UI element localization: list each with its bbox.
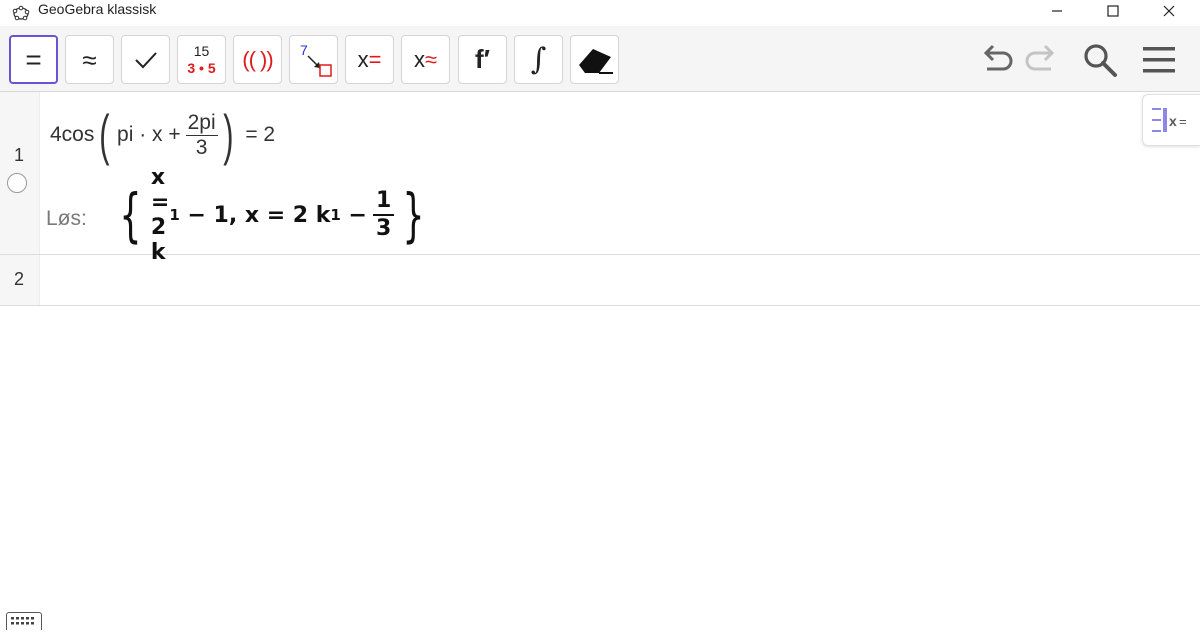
- undo-icon: [983, 44, 1013, 71]
- approx-icon: ≈: [82, 44, 97, 75]
- minimize-icon: [1052, 10, 1062, 12]
- keep-input-tool-button[interactable]: [121, 35, 170, 84]
- check-icon: [134, 51, 157, 68]
- window-title: GeoGebra klassisk: [38, 1, 157, 17]
- close-button[interactable]: [1146, 0, 1192, 22]
- factor-icon-bottom: 3 • 5: [187, 59, 216, 76]
- undo-button[interactable]: [974, 38, 1018, 82]
- solution-fraction-numerator: 1: [372, 188, 395, 216]
- integral-tool-button[interactable]: ∫: [514, 35, 563, 84]
- svg-text:x: x: [1169, 113, 1177, 129]
- title-bar: GeoGebra klassisk: [0, 0, 1200, 26]
- equals-icon: =: [25, 43, 42, 75]
- virtual-keyboard-button[interactable]: [6, 612, 42, 630]
- geogebra-logo-icon: [12, 4, 30, 22]
- substitute-icon: 7: [300, 42, 332, 77]
- solve-tool-button[interactable]: x =: [345, 35, 394, 84]
- maximize-button[interactable]: [1090, 0, 1136, 22]
- main-menu-button[interactable]: [1137, 38, 1181, 82]
- brace-right: }: [402, 181, 425, 249]
- cas-toolbar: = ≈ 15 3 • 5 (( )) 7 x = x ≈ f′ ∫: [0, 26, 1200, 92]
- row-number: 2: [14, 269, 25, 289]
- search-button[interactable]: [1078, 38, 1122, 82]
- svg-text:=: =: [1179, 114, 1187, 129]
- minimize-button[interactable]: [1034, 0, 1080, 22]
- solve-numeric-icon-x: x: [413, 46, 425, 72]
- solve-icon-op: =: [368, 46, 382, 72]
- keyboard-icon: [11, 617, 34, 625]
- factor-tool-button[interactable]: 15 3 • 5: [177, 35, 226, 84]
- eraser-icon: [578, 48, 613, 74]
- derivative-tool-button[interactable]: f′: [458, 35, 507, 84]
- algebra-description-icon: x =: [1151, 108, 1187, 132]
- numeric-tool-button[interactable]: ≈: [65, 35, 114, 84]
- expand-icon: (( )): [242, 46, 273, 72]
- solve-icon-x: x: [357, 46, 369, 72]
- visibility-toggle[interactable]: [7, 173, 27, 193]
- factor-icon-top: 15: [193, 42, 210, 59]
- algebra-input-toggle-button[interactable]: x =: [1142, 94, 1200, 146]
- paren-right: ): [222, 103, 234, 166]
- redo-button[interactable]: [1020, 38, 1064, 82]
- brace-left: {: [119, 181, 142, 249]
- solve-label: Løs:: [46, 207, 87, 230]
- paren-left: (: [99, 103, 110, 166]
- subscript-2: 1: [330, 206, 341, 224]
- formula-fraction: 2pi 3: [185, 110, 218, 160]
- integral-icon: ∫: [530, 42, 547, 77]
- solve-numerically-tool-button[interactable]: x ≈: [401, 35, 450, 84]
- subscript-1: 1: [169, 206, 180, 224]
- cas-view: 1 4cos ( pi · x + 2pi 3 ) = 2 Løs: { x =…: [0, 92, 1200, 630]
- maximize-icon: [1107, 5, 1119, 17]
- close-icon: [1163, 5, 1175, 17]
- derivative-icon: f′: [475, 44, 490, 74]
- solution-fraction-denominator: 3: [375, 216, 392, 241]
- cas-row-2[interactable]: 2: [0, 255, 1200, 306]
- formula-coef: 4cos: [50, 123, 95, 146]
- evaluate-tool-button[interactable]: =: [9, 35, 58, 84]
- formula-inner: pi · x +: [117, 123, 181, 146]
- redo-icon: [1025, 44, 1055, 71]
- svg-text:7: 7: [300, 42, 308, 58]
- menu-icon: [1143, 47, 1175, 73]
- fraction-numerator: 2pi: [185, 110, 218, 136]
- expand-tool-button[interactable]: (( )): [233, 35, 282, 84]
- fraction-denominator: 3: [195, 135, 208, 159]
- substitute-tool-button[interactable]: 7: [289, 35, 338, 84]
- input-formula[interactable]: 4cos ( pi · x + 2pi 3 ) = 2: [50, 102, 275, 168]
- solution-part1: x = 2 k: [150, 165, 170, 265]
- solve-numeric-icon-op: ≈: [424, 46, 438, 72]
- formula-rhs: = 2: [245, 123, 276, 146]
- solution-fraction: 1 3: [372, 188, 395, 242]
- solution-part2: − 1, x = 2 k: [179, 202, 331, 228]
- solution-part3: −: [340, 202, 367, 228]
- search-icon: [1084, 44, 1117, 77]
- row-number: 1: [14, 145, 25, 165]
- delete-tool-button[interactable]: [570, 35, 619, 84]
- cas-row-1[interactable]: 1 4cos ( pi · x + 2pi 3 ) = 2 Løs: { x =…: [0, 92, 1200, 265]
